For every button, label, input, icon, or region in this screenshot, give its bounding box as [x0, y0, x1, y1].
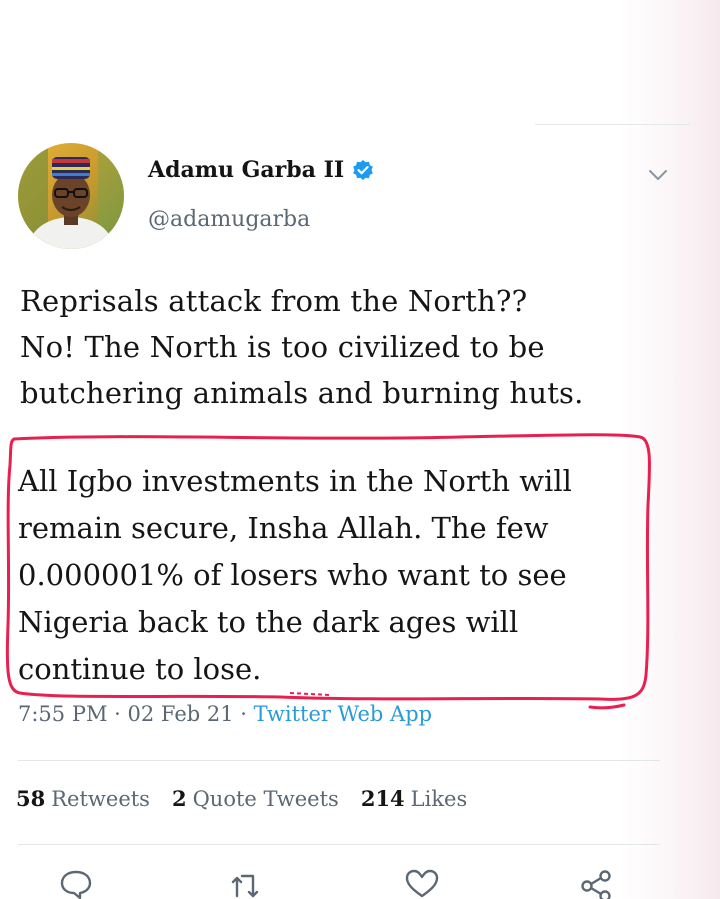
likes-label: Likes	[410, 787, 468, 811]
retweets-label: Retweets	[51, 787, 150, 811]
quote-tweets-count: 2	[171, 786, 187, 811]
avatar[interactable]	[18, 143, 124, 249]
meta-separator: ·	[240, 702, 254, 726]
tweet-date[interactable]: 02 Feb 21	[128, 702, 234, 726]
tweet-text-line: butchering animals and burning huts.	[20, 376, 584, 410]
top-divider	[535, 124, 690, 125]
user-handle[interactable]: @adamugarba	[148, 207, 310, 232]
highlighted-text-line: remain secure, Insha Allah. The few	[18, 511, 549, 545]
tweet-source-link[interactable]: Twitter Web App	[254, 702, 432, 726]
tweet-text-line: No! The North is too civilized to be	[20, 330, 545, 364]
share-icon[interactable]	[578, 868, 614, 899]
display-name[interactable]: Adamu Garba II	[148, 157, 344, 183]
likes-count: 214	[360, 786, 405, 811]
tweet-time[interactable]: 7:55 PM	[18, 702, 107, 726]
meta-separator: ·	[114, 702, 128, 726]
quote-tweets-stat[interactable]: 2 Quote Tweets	[172, 786, 339, 811]
quote-tweets-label: Quote Tweets	[192, 787, 339, 811]
highlighted-text-line: continue to lose.	[18, 652, 262, 686]
retweet-icon[interactable]	[228, 868, 264, 899]
retweets-count: 58	[16, 786, 46, 811]
verified-icon	[352, 159, 374, 181]
highlighted-text-line: 0.000001% of losers who want to see	[18, 558, 567, 592]
tweet-header: Adamu Garba II @adamugarba	[18, 143, 678, 253]
divider	[18, 844, 660, 845]
reply-icon[interactable]	[58, 868, 94, 899]
likes-stat[interactable]: 214 Likes	[361, 786, 467, 811]
divider	[18, 760, 660, 761]
tweet-text-line: Reprisals attack from the North??	[20, 284, 528, 318]
chevron-down-icon[interactable]	[646, 163, 670, 187]
display-name-row: Adamu Garba II	[148, 157, 374, 183]
tweet-meta: 7:55 PM · 02 Feb 21 · Twitter Web App	[18, 702, 432, 726]
like-icon[interactable]	[404, 868, 440, 899]
highlighted-text-line: All Igbo investments in the North will	[18, 464, 572, 498]
highlighted-text-line: Nigeria back to the dark ages will	[18, 605, 519, 639]
tweet-stats: 58 Retweets 2 Quote Tweets 214 Likes	[16, 786, 467, 811]
tweet-text: Reprisals attack from the North?? No! Th…	[20, 278, 660, 416]
avatar-image	[18, 143, 124, 249]
page-background	[0, 0, 720, 899]
retweets-stat[interactable]: 58 Retweets	[16, 786, 150, 811]
highlighted-tweet-text: All Igbo investments in the North will r…	[18, 458, 658, 693]
